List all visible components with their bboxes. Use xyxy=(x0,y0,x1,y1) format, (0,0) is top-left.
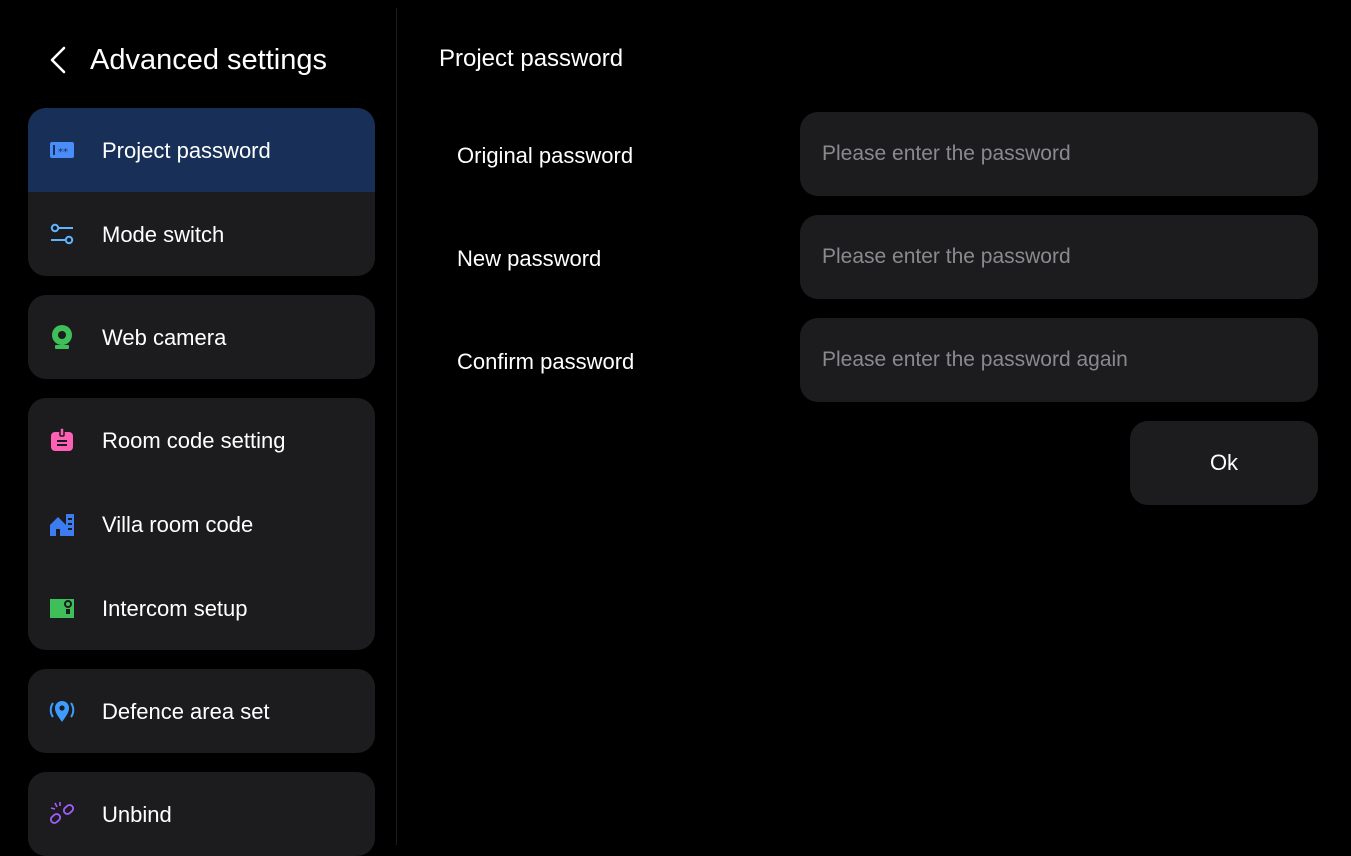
confirm-password-label: Confirm password xyxy=(457,349,635,374)
section-title: Project password xyxy=(439,45,624,72)
confirm-password-field[interactable] xyxy=(800,318,1318,402)
villa-icon xyxy=(50,514,74,536)
sidebar-item-web-camera[interactable]: Web camera xyxy=(28,295,375,379)
original-password-field[interactable] xyxy=(800,112,1318,196)
location-pin-icon xyxy=(49,701,75,722)
sidebar-item-label: Defence area set xyxy=(102,699,270,724)
back-button[interactable] xyxy=(44,40,74,80)
sidebar-item-label: Villa room code xyxy=(102,512,254,537)
sidebar-item-defence-area-set[interactable]: Defence area set xyxy=(28,669,375,753)
page-title: Advanced settings xyxy=(90,44,327,76)
ok-button[interactable]: Ok xyxy=(1130,421,1318,505)
password-icon: ** xyxy=(50,142,74,158)
sidebar-item-label: Web camera xyxy=(102,325,227,350)
sidebar-item-villa-room-code[interactable]: Villa room code xyxy=(28,482,375,566)
sidebar-item-label: Intercom setup xyxy=(102,596,248,621)
main-panel: Project password Original password New p… xyxy=(397,8,1351,845)
svg-text:**: ** xyxy=(58,147,68,158)
sidebar-item-label: Room code setting xyxy=(102,428,286,453)
chevron-left-icon xyxy=(50,46,66,74)
sidebar-item-label: Unbind xyxy=(102,802,172,827)
sidebar-group-camera: Web camera xyxy=(28,295,375,379)
sidebar-group-password: ** Project password Mode switch xyxy=(28,108,375,276)
sidebar-header: Advanced settings xyxy=(8,8,396,108)
room-code-icon xyxy=(51,427,73,451)
mode-switch-icon xyxy=(50,223,74,245)
sidebar-group-room: Room code setting Villa room code Interc… xyxy=(28,398,375,650)
new-password-label: New password xyxy=(457,246,602,271)
webcam-icon xyxy=(52,325,72,349)
original-password-label: Original password xyxy=(457,143,634,168)
sidebar-item-room-code-setting[interactable]: Room code setting xyxy=(28,398,375,482)
sidebar-item-mode-switch[interactable]: Mode switch xyxy=(28,192,375,276)
sidebar-item-unbind[interactable]: Unbind xyxy=(28,772,375,856)
unlink-icon xyxy=(49,802,75,824)
screen: Advanced settings ** Project password Mo… xyxy=(8,8,1351,856)
sidebar-item-intercom-setup[interactable]: Intercom setup xyxy=(28,566,375,650)
new-password-field[interactable] xyxy=(800,215,1318,299)
sidebar-item-label: Project password xyxy=(102,138,271,163)
intercom-icon xyxy=(50,599,74,618)
sidebar-group-defence: Defence area set xyxy=(28,669,375,753)
sidebar-item-project-password[interactable]: ** Project password xyxy=(28,108,375,192)
sidebar: Advanced settings ** Project password Mo… xyxy=(8,8,397,856)
sidebar-item-label: Mode switch xyxy=(102,222,225,247)
sidebar-group-unbind: Unbind xyxy=(28,772,375,856)
